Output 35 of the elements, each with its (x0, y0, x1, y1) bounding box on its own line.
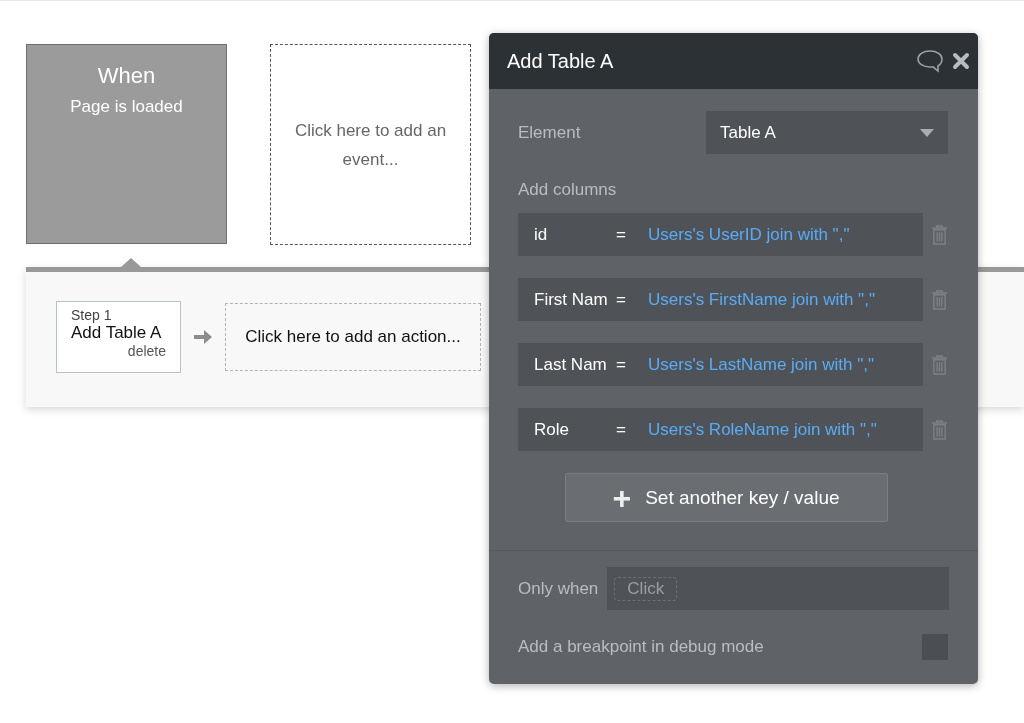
key-value-row[interactable]: First Nam = Users's FirstName join with "," (518, 278, 923, 321)
add-event-box[interactable]: Click here to add an event... (270, 44, 471, 245)
trash-icon[interactable] (931, 418, 948, 441)
equals-sign: = (616, 419, 627, 440)
equals-sign: = (616, 354, 627, 375)
key-value-row[interactable]: Role = Users's RoleName join with "," (518, 408, 923, 451)
key-value-row[interactable]: id = Users's UserID join with "," (518, 213, 923, 256)
add-key-value-button[interactable]: + Set another key / value (564, 473, 888, 522)
event-trigger: Page is loaded (69, 97, 184, 117)
trash-icon[interactable] (931, 223, 948, 246)
trash-icon[interactable] (931, 288, 948, 311)
column-key: Last Nam (534, 354, 616, 375)
key-value-row[interactable]: Last Nam = Users's LastName join with "," (518, 343, 923, 386)
step-card[interactable]: Step 1 Add Table A delete (56, 301, 181, 373)
arrow-icon (193, 328, 213, 346)
event-heading: When (96, 63, 157, 89)
close-icon[interactable] (952, 52, 970, 70)
equals-sign: = (616, 289, 627, 310)
trash-icon[interactable] (931, 353, 948, 376)
element-label: Element (518, 122, 581, 143)
step-number: Step 1 (71, 307, 113, 323)
breakpoint-label: Add a breakpoint in debug mode (518, 637, 764, 657)
equals-sign: = (616, 224, 627, 245)
panel-title: Add Table A (507, 49, 615, 73)
step-action: Add Table A (71, 323, 163, 343)
column-key: Role (534, 419, 616, 440)
element-dropdown[interactable]: Table A (706, 111, 948, 154)
delete-link[interactable]: delete (127, 343, 166, 359)
add-action-box[interactable]: Click here to add an action... (225, 303, 481, 371)
only-when-label: Only when (518, 578, 599, 599)
add-columns-label: Add columns (518, 180, 618, 200)
speech-bubble-icon[interactable] (916, 49, 944, 73)
caret-icon (920, 128, 934, 137)
column-key: First Nam (534, 289, 616, 310)
column-key: id (534, 224, 616, 245)
